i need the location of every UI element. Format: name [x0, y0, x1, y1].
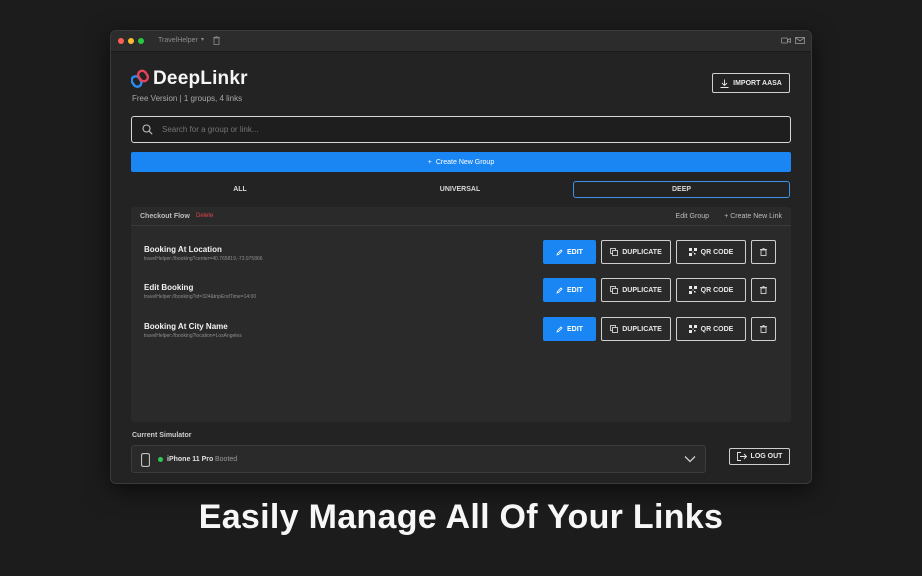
mail-icon[interactable] [795, 36, 805, 45]
zoom-window-button[interactable] [138, 38, 144, 44]
logo-text: DeepLinkr [153, 68, 248, 89]
plan-summary: Free Version | 1 groups, 4 links [132, 94, 243, 103]
create-new-group-button[interactable]: + Create New Group [131, 152, 791, 172]
qr-code-button[interactable]: QR CODE [676, 278, 746, 302]
pencil-icon [556, 248, 563, 256]
close-window-button[interactable] [118, 38, 124, 44]
duplicate-link-button[interactable]: DUPLICATE [601, 240, 671, 264]
log-out-button[interactable]: LOG OUT [729, 448, 790, 465]
edit-group-link[interactable]: Edit Group [676, 213, 709, 220]
group-header: Checkout Flow Delete Edit Group + Create… [131, 207, 791, 226]
edit-link-button[interactable]: EDIT [543, 317, 596, 341]
pencil-icon [556, 286, 563, 294]
download-icon [720, 79, 729, 88]
import-aasa-label: IMPORT AASA [733, 79, 782, 87]
search-input[interactable] [162, 125, 790, 134]
duplicate-link-button[interactable]: DUPLICATE [601, 278, 671, 302]
trash-icon [760, 248, 767, 256]
edit-label: EDIT [567, 325, 583, 333]
chevron-down-icon[interactable]: ▾ [201, 36, 204, 43]
delete-group-link[interactable]: Delete [196, 213, 213, 219]
pencil-icon [556, 325, 563, 333]
edit-label: EDIT [567, 248, 583, 256]
create-new-link-link[interactable]: + Create New Link [724, 213, 782, 220]
qr-code-label: QR CODE [700, 325, 734, 333]
copy-icon [610, 286, 619, 294]
qr-code-icon [688, 248, 697, 256]
delete-link-button[interactable] [751, 240, 776, 264]
tab-deep[interactable]: DEEP [573, 181, 790, 198]
group-name: Checkout Flow [140, 213, 190, 220]
edit-label: EDIT [567, 286, 583, 294]
tab-all[interactable]: ALL [131, 181, 349, 198]
qr-code-button[interactable]: QR CODE [676, 317, 746, 341]
duplicate-label: DUPLICATE [622, 325, 662, 333]
edit-link-button[interactable]: EDIT [543, 240, 596, 264]
group-panel: Checkout Flow Delete Edit Group + Create… [131, 207, 791, 422]
log-out-label: LOG OUT [750, 453, 783, 460]
status-dot [158, 457, 163, 462]
list-item: Booking At Location travelHelper://booki… [131, 240, 791, 266]
qr-code-icon [688, 325, 697, 333]
trash-icon [760, 286, 767, 294]
link-name: Edit Booking [144, 283, 194, 292]
app-window: TravelHelper ▾ DeepLinkr Free Version | … [110, 30, 812, 484]
edit-link-button[interactable]: EDIT [543, 278, 596, 302]
video-camera-icon[interactable] [781, 36, 791, 45]
simulator-select[interactable]: iPhone 11 Pro Booted [131, 445, 706, 473]
phone-icon [141, 453, 150, 467]
current-simulator-label: Current Simulator [132, 432, 192, 439]
list-item: Booking At City Name travelHelper://book… [131, 317, 791, 343]
search-icon [142, 124, 153, 135]
link-url: travelHelper://booking?location=LosAngel… [144, 333, 242, 339]
link-name: Booking At Location [144, 245, 222, 254]
window-title[interactable]: TravelHelper [158, 37, 198, 44]
app-logo: DeepLinkr [131, 68, 248, 90]
create-new-group-label: Create New Group [435, 158, 495, 166]
simulator-device-name: iPhone 11 Pro [167, 456, 214, 463]
qr-code-label: QR CODE [700, 248, 734, 256]
title-bar: TravelHelper ▾ [111, 31, 811, 52]
qr-code-label: QR CODE [700, 286, 734, 294]
duplicate-link-button[interactable]: DUPLICATE [601, 317, 671, 341]
trash-icon[interactable] [213, 36, 220, 45]
copy-icon [610, 248, 619, 256]
delete-link-button[interactable] [751, 278, 776, 302]
list-item: Edit Booking travelHelper://booking?id=3… [131, 278, 791, 304]
logout-icon [736, 452, 747, 461]
tab-universal[interactable]: UNIVERSAL [351, 181, 569, 198]
link-type-tabs: ALL UNIVERSAL DEEP [131, 181, 791, 198]
minimize-window-button[interactable] [128, 38, 134, 44]
qr-code-button[interactable]: QR CODE [676, 240, 746, 264]
delete-link-button[interactable] [751, 317, 776, 341]
search-bar[interactable] [131, 116, 791, 143]
import-aasa-button[interactable]: IMPORT AASA [712, 73, 790, 93]
marketing-caption: Easily Manage All Of Your Links [198, 498, 724, 536]
link-name: Booking At City Name [144, 322, 228, 331]
duplicate-label: DUPLICATE [622, 248, 662, 256]
copy-icon [610, 325, 619, 333]
link-url: travelHelper://booking?id=324&tripEndTim… [144, 294, 257, 300]
link-url: travelHelper://booking?center=40.765819,… [144, 256, 263, 262]
simulator-status: Booted [215, 456, 238, 463]
duplicate-label: DUPLICATE [622, 286, 662, 294]
plus-icon: + [427, 158, 432, 166]
chain-link-icon [131, 69, 149, 88]
chevron-down-icon [684, 456, 696, 463]
trash-icon [760, 325, 767, 333]
qr-code-icon [688, 286, 697, 294]
